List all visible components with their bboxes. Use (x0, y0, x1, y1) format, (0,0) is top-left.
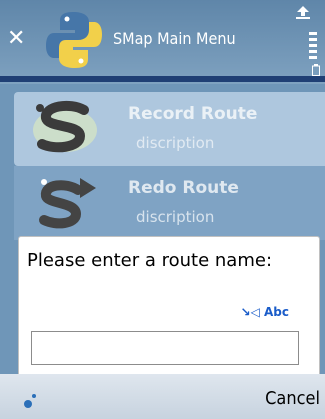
input-mode-indicator: ↘◁ Abc (241, 305, 289, 319)
menu-item-label: Record Route (128, 104, 258, 124)
menu-item-description: discription (136, 134, 215, 152)
close-icon[interactable]: ✕ (7, 28, 25, 50)
python-logo-icon (46, 12, 102, 68)
upload-icon (296, 6, 310, 19)
menu-item-description: discription (136, 208, 215, 226)
menu-item-redo-route[interactable]: Redo Route discription (14, 166, 325, 240)
menu-list: Record Route discription Redo Route disc… (0, 84, 325, 240)
smap-logo-icon (33, 100, 97, 153)
pen-icon: ↘◁ (240, 305, 260, 319)
smap-arrow-logo-icon (39, 178, 96, 229)
softkey-bar: Cancel (0, 374, 325, 419)
app-title: SMap Main Menu (113, 29, 236, 48)
input-mode-label: Abc (264, 305, 289, 319)
route-name-input[interactable] (31, 331, 299, 365)
title-bar: ✕ SMap Main Menu (0, 0, 325, 84)
input-indicator-icon[interactable] (20, 392, 40, 412)
menu-item-label: Redo Route (128, 178, 239, 198)
title-underline (0, 76, 325, 82)
battery-icon (312, 64, 320, 76)
options-icon[interactable] (307, 32, 319, 62)
cancel-button[interactable]: Cancel (265, 388, 320, 409)
menu-item-record-route[interactable]: Record Route discription (14, 92, 325, 166)
route-name-dialog: Please enter a route name: ↘◁ Abc (18, 236, 320, 386)
dialog-prompt: Please enter a route name: (27, 250, 273, 271)
